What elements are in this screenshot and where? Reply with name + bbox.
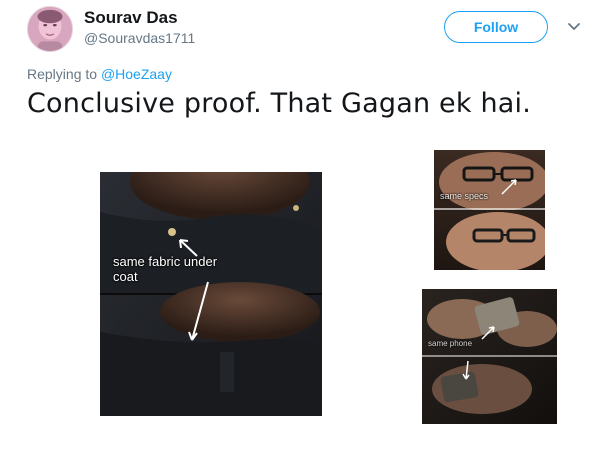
fabric-caption: same fabric under coat — [113, 254, 218, 284]
media-image-specs[interactable] — [434, 150, 545, 270]
replying-prefix: Replying to — [27, 66, 98, 82]
media-image-phone[interactable] — [422, 289, 557, 424]
specs-caption: same specs — [440, 191, 489, 201]
tweet-text: Conclusive proof. That Gagan ek hai. — [27, 88, 532, 119]
fabric-photo — [100, 172, 322, 416]
user-handle[interactable]: @Souravdas1711 — [84, 30, 195, 46]
media-image-fabric[interactable] — [100, 172, 322, 416]
avatar-image — [28, 7, 72, 51]
replying-to-link[interactable]: @HoeZaay — [101, 66, 172, 82]
replying-to: Replying to @HoeZaay — [27, 66, 172, 82]
avatar[interactable] — [27, 6, 73, 52]
phone-photo — [422, 289, 557, 424]
display-name[interactable]: Sourav Das — [84, 8, 178, 28]
phone-caption: same phone — [428, 339, 473, 348]
chevron-down-icon[interactable] — [566, 18, 582, 34]
follow-button[interactable]: Follow — [444, 11, 548, 43]
specs-photo — [434, 150, 545, 270]
